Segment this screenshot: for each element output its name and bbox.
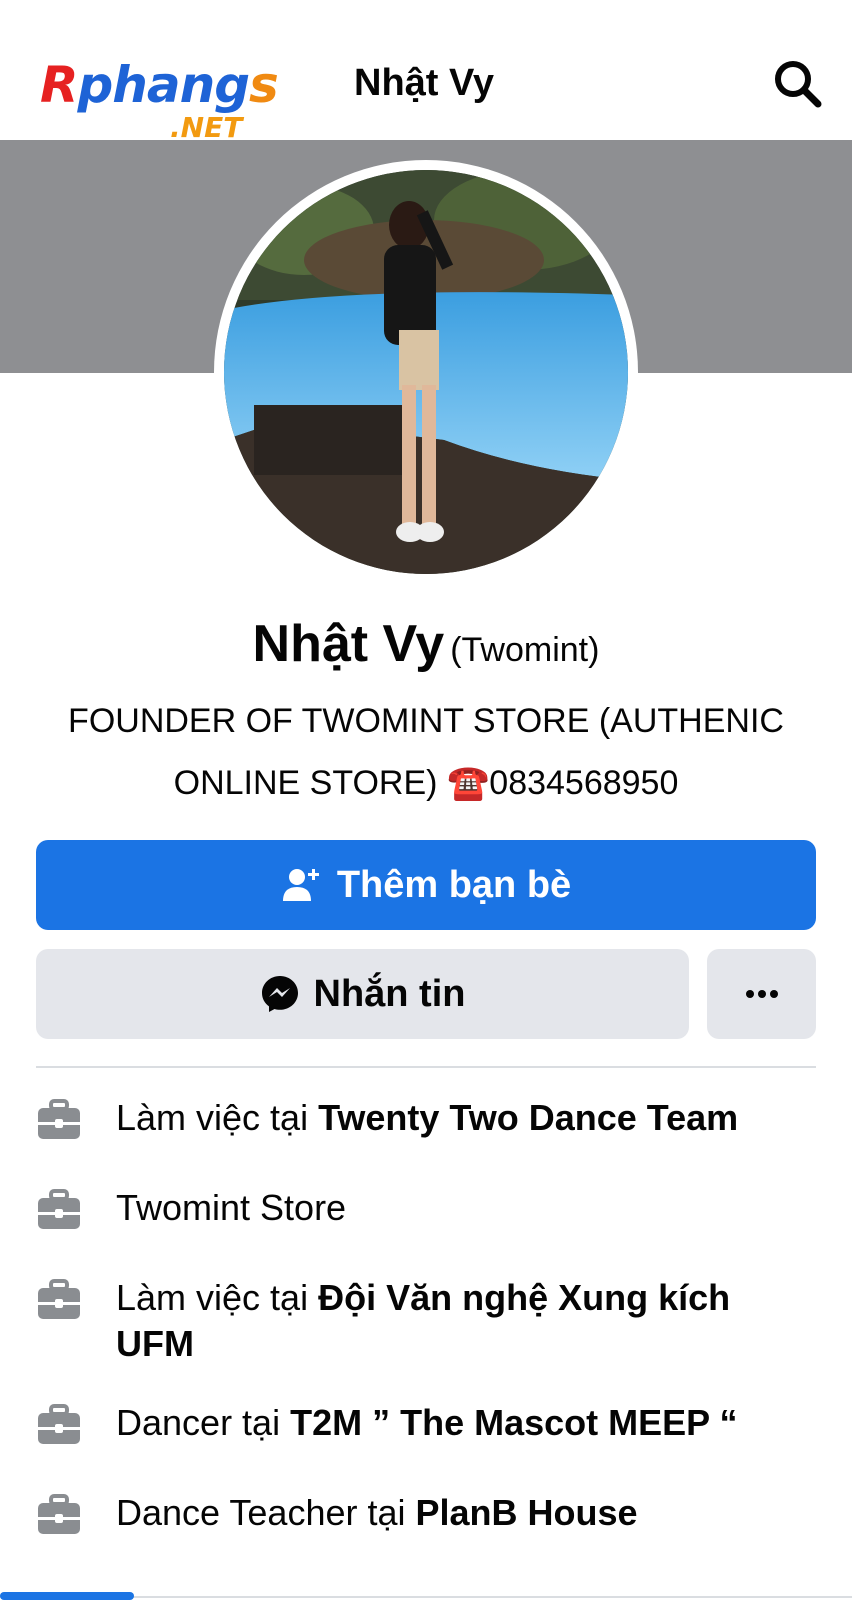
profile-avatar[interactable] <box>214 160 638 584</box>
profile-bio: FOUNDER OF TWOMINT STORE (AUTHENIC ONLIN… <box>30 690 822 814</box>
bio-line-2: ONLINE STORE) ☎️0834568950 <box>173 764 679 802</box>
search-button[interactable] <box>770 56 826 112</box>
briefcase-icon <box>38 1494 80 1534</box>
avatar-photo <box>224 170 628 574</box>
briefcase-icon <box>38 1189 80 1229</box>
messenger-icon <box>261 976 298 1012</box>
message-label: Nhắn tin <box>313 972 466 1015</box>
info-text: Dance Teacher tại PlanB House <box>116 1492 638 1533</box>
page-title: Nhật Vy <box>354 62 495 104</box>
more-options-button[interactable] <box>707 949 816 1039</box>
profile-name-row: Nhật Vy (Twomint) <box>0 614 852 674</box>
info-item-work-1[interactable]: Làm việc tại Twenty Two Dance Team <box>36 1095 826 1143</box>
info-item-work-3[interactable]: Làm việc tại Đội Văn nghệ Xung kích UFM <box>36 1275 826 1367</box>
section-divider <box>36 1066 816 1068</box>
info-text: Làm việc tại Twenty Two Dance Team <box>116 1097 739 1138</box>
active-tab-indicator <box>0 1592 134 1600</box>
info-item-work-5[interactable]: Dance Teacher tại PlanB House <box>36 1490 826 1538</box>
info-text: Dancer tại T2M ” The Mascot MEEP “ <box>116 1402 738 1443</box>
briefcase-icon <box>38 1404 80 1444</box>
briefcase-icon <box>38 1099 80 1139</box>
top-bar: Rphangs .NET Nhật Vy <box>0 0 852 144</box>
add-friend-label: Thêm bạn bè <box>336 863 572 906</box>
bio-phone[interactable]: 0834568950 <box>489 764 678 802</box>
info-text: Làm việc tại Đội Văn nghệ Xung kích UFM <box>116 1277 731 1364</box>
bio-line-1: FOUNDER OF TWOMINT STORE (AUTHENIC <box>68 702 784 740</box>
add-friend-icon <box>282 869 319 901</box>
info-item-work-2[interactable]: Twomint Store <box>36 1185 826 1233</box>
add-friend-button[interactable]: Thêm bạn bè <box>36 840 816 930</box>
watermark-logo-main: Rphangs <box>40 56 279 114</box>
info-item-work-4[interactable]: Dancer tại T2M ” The Mascot MEEP “ <box>36 1400 826 1448</box>
phone-icon: ☎️ <box>446 764 490 802</box>
profile-name: Nhật Vy <box>252 615 445 673</box>
briefcase-icon <box>38 1279 80 1319</box>
message-button[interactable]: Nhắn tin <box>36 949 689 1039</box>
more-dots-icon <box>745 990 778 998</box>
search-icon <box>775 61 822 108</box>
info-text: Twomint Store <box>116 1187 347 1228</box>
profile-nickname: (Twomint) <box>450 631 600 669</box>
watermark-logo: Rphangs .NET <box>40 55 300 150</box>
